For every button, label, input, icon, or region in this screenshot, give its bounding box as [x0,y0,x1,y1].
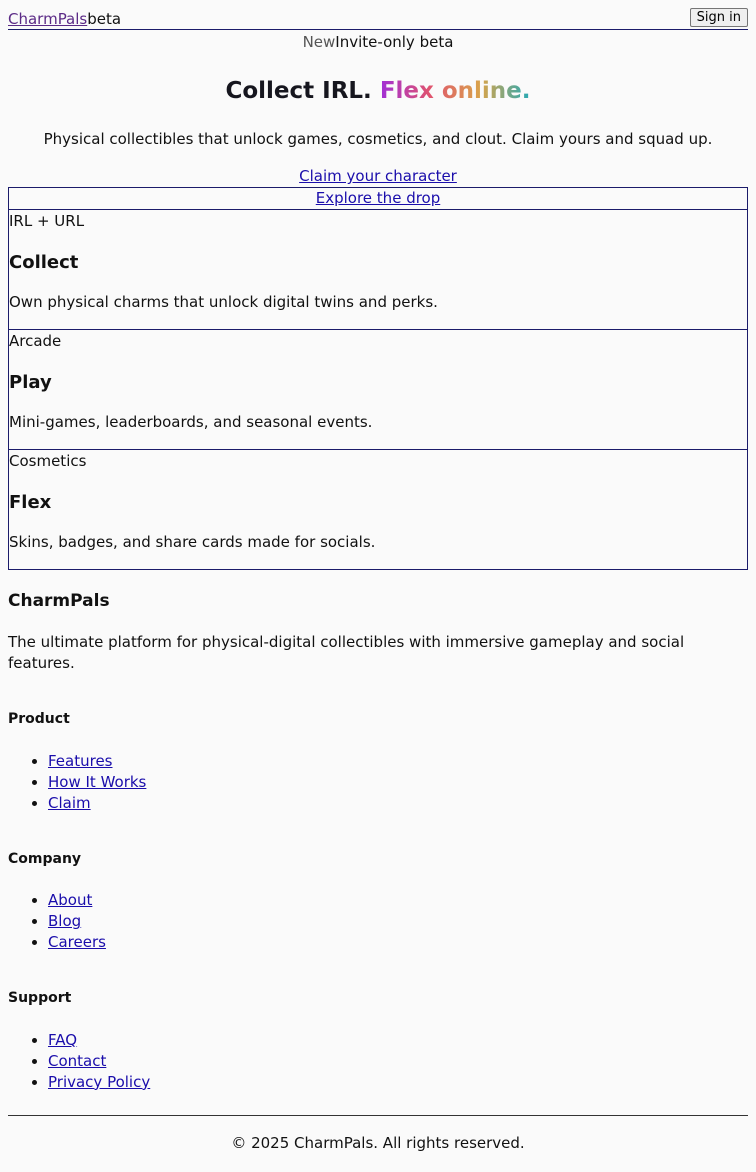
footer-column-support: Support FAQ Contact Privacy Policy [8,989,748,1093]
hero-title-gradient: Flex online. [379,78,531,104]
feature-desc: Skins, badges, and share cards made for … [9,533,376,552]
feature-desc: Mini-games, leaderboards, and seasonal e… [9,413,373,432]
brand: CharmPalsbeta [8,9,121,30]
hero-title-plain: Collect IRL. [225,78,372,104]
footer-heading: Support [8,990,72,1007]
footer-link-how-it-works[interactable]: How It Works [48,773,146,791]
feature-tag: Cosmetics [9,452,87,471]
beta-badge: beta [87,10,122,28]
feature-desc: Own physical charms that unlock digital … [9,293,438,312]
feature-tag: IRL + URL [9,212,85,231]
footer-heading: Product [8,710,70,727]
explore-drop-button[interactable]: Explore the drop [8,187,748,211]
feature-title: Play [9,372,52,394]
announcement-pill: NewInvite-only beta [8,32,748,53]
footer-link-about[interactable]: About [48,891,92,909]
claim-character-link[interactable]: Claim your character [8,166,748,187]
feature-cards: IRL + URL Collect Own physical charms th… [8,210,748,571]
footer-description: The ultimate platform for physical-digit… [8,632,685,672]
footer-link-careers[interactable]: Careers [48,933,106,951]
footer-link-features[interactable]: Features [48,752,113,770]
footer-column-company: Company About Blog Careers [8,850,748,954]
sign-in-button[interactable]: Sign in [689,8,748,27]
feature-card-flex: Cosmetics Flex Skins, badges, and share … [8,450,748,571]
footer-link-blog[interactable]: Blog [48,912,81,930]
footer-link-contact[interactable]: Contact [48,1052,106,1070]
footer-link-privacy-policy[interactable]: Privacy Policy [48,1073,150,1091]
announcement-text: Invite-only beta [335,33,454,51]
feature-card-collect: IRL + URL Collect Own physical charms th… [8,210,748,331]
hero-title: Collect IRL. Flex online. [8,75,748,107]
footer-brand: CharmPals [8,591,110,612]
feature-card-play: Arcade Play Mini-games, leaderboards, an… [8,330,748,451]
footer-copyright: © 2025 CharmPals. All rights reserved. [8,1114,748,1154]
feature-title: Collect [9,252,79,274]
footer-link-claim[interactable]: Claim [48,794,91,812]
feature-title: Flex [9,492,52,514]
hero-subtitle: Physical collectibles that unlock games,… [43,130,713,149]
footer-heading: Company [8,850,82,867]
brand-logo-link[interactable]: CharmPals [8,10,87,28]
footer-column-product: Product Features How It Works Claim [8,710,748,814]
footer-link-faq[interactable]: FAQ [48,1031,77,1049]
announcement-tag: New [302,33,336,51]
site-footer: CharmPals The ultimate platform for phys… [8,590,748,1154]
feature-tag: Arcade [9,332,62,351]
top-nav: CharmPalsbeta Sign in [8,0,748,30]
